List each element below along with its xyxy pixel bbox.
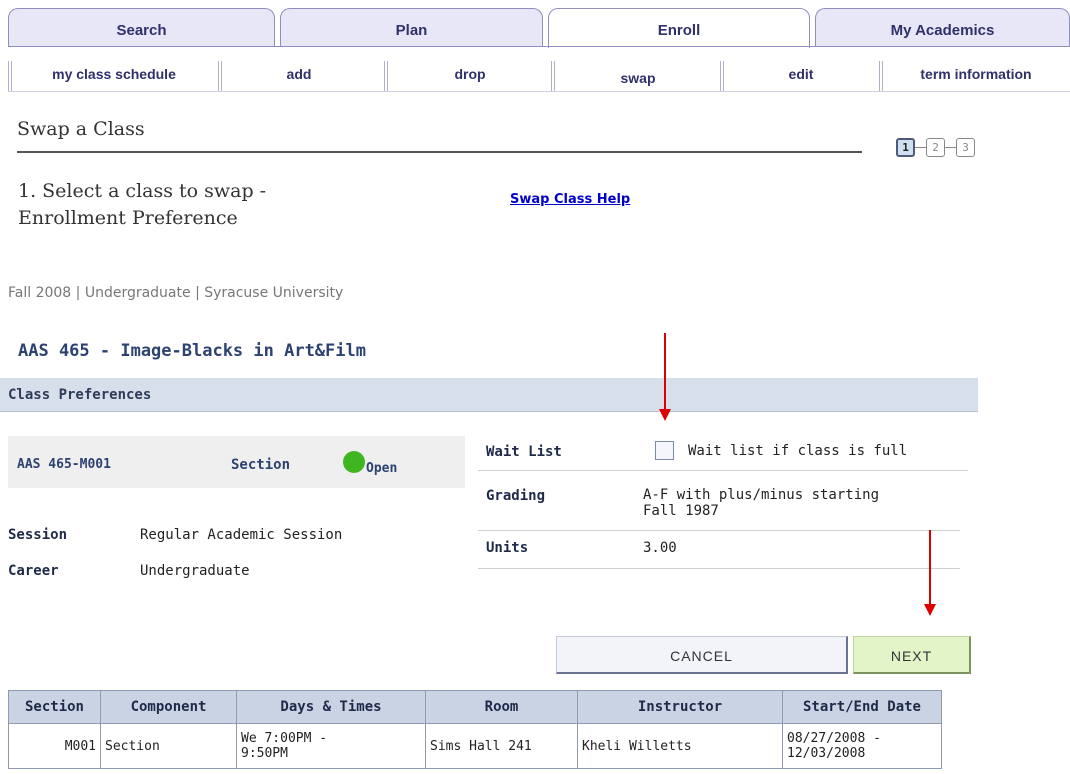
step-connector	[945, 147, 956, 148]
class-preferences-title: Class Preferences	[8, 387, 152, 403]
tab-search[interactable]: Search	[8, 8, 275, 46]
section-label: Section	[231, 457, 291, 473]
course-title: AAS 465 - Image-Blacks in Art&Film	[18, 341, 366, 361]
tab-my-academics[interactable]: My Academics	[815, 8, 1070, 46]
column-header-section: Section	[8, 690, 101, 724]
term-info: Fall 2008 | Undergraduate | Syracuse Uni…	[8, 285, 344, 301]
column-header-start-end-date: Start/End Date	[782, 690, 942, 724]
wait-list-label: Wait List	[486, 444, 562, 460]
subtab-edit[interactable]: edit	[726, 61, 876, 91]
class-details-table: Section Component Days & Times Room Inst…	[8, 690, 942, 769]
subtab-separator	[384, 61, 388, 91]
step-heading-line1: 1. Select a class to swap -	[18, 180, 267, 202]
cell-date-line2: 12/03/2008	[787, 746, 866, 761]
subtab-separator	[720, 61, 724, 91]
column-header-instructor: Instructor	[577, 690, 783, 724]
cell-room: Sims Hall 241	[425, 723, 578, 769]
step-heading: 1. Select a class to swap - Enrollment P…	[18, 178, 266, 232]
cell-instructor: Kheli Willetts	[577, 723, 783, 769]
subtab-term-information[interactable]: term information	[885, 61, 1067, 91]
next-button[interactable]: NEXT	[853, 636, 971, 674]
grading-label: Grading	[486, 488, 546, 504]
cancel-button[interactable]: CANCEL	[556, 636, 848, 674]
title-underline	[17, 151, 862, 153]
wait-list-checkbox[interactable]	[655, 441, 674, 460]
subtab-separator	[218, 61, 222, 91]
column-header-component: Component	[100, 690, 237, 724]
cell-days-times-line2: 9:50PM	[241, 746, 288, 761]
annotation-arrowhead-next	[924, 604, 936, 616]
wait-list-checkbox-label[interactable]: Wait list if class is full	[688, 443, 907, 459]
cell-days-times-line1: We 7:00PM -	[241, 731, 328, 746]
units-value: 3.00	[643, 540, 677, 556]
subtab-separator	[8, 61, 12, 91]
tab-plan[interactable]: Plan	[280, 8, 543, 46]
subtab-separator	[879, 61, 883, 91]
cell-section: M001	[8, 723, 101, 769]
session-label: Session	[8, 527, 68, 543]
column-header-room: Room	[425, 690, 578, 724]
annotation-arrow-waitlist	[664, 333, 666, 411]
step-2-indicator: 2	[926, 138, 945, 157]
cell-component: Section	[100, 723, 237, 769]
tab-divider	[8, 46, 1070, 47]
class-preferences-header: Class Preferences	[0, 378, 978, 412]
step-3-indicator: 3	[956, 138, 975, 157]
cell-days-times: We 7:00PM - 9:50PM	[236, 723, 426, 769]
career-value: Undergraduate	[140, 563, 250, 579]
subtab-drop[interactable]: drop	[390, 61, 550, 91]
subtab-swap[interactable]: swap	[557, 61, 719, 91]
subtab-separator	[551, 61, 555, 91]
row-divider	[478, 530, 960, 531]
status-text: Open	[366, 461, 398, 476]
grading-value: A-F with plus/minus starting Fall 1987	[643, 487, 879, 519]
subtab-add[interactable]: add	[224, 61, 374, 91]
column-header-days-times: Days & Times	[236, 690, 426, 724]
grading-value-line1: A-F with plus/minus starting	[643, 487, 880, 503]
row-divider	[478, 470, 968, 471]
annotation-arrow-next	[929, 530, 931, 606]
page-title: Swap a Class	[17, 118, 145, 140]
table-header-row: Section Component Days & Times Room Inst…	[8, 690, 942, 724]
step-heading-line2: Enrollment Preference	[18, 207, 238, 229]
tab-enroll[interactable]: Enroll	[548, 8, 810, 48]
session-value: Regular Academic Session	[140, 527, 343, 543]
step-connector	[915, 147, 926, 148]
open-status-icon	[343, 451, 365, 473]
subtab-my-class-schedule[interactable]: my class schedule	[14, 61, 214, 91]
step-1-indicator: 1	[896, 138, 915, 157]
row-divider	[478, 568, 960, 569]
swap-class-help-link[interactable]: Swap Class Help	[510, 192, 630, 207]
grading-value-line2: Fall 1987	[643, 503, 719, 519]
cell-start-end-date: 08/27/2008 - 12/03/2008	[782, 723, 942, 769]
section-code: AAS 465-M001	[17, 457, 111, 472]
subtab-divider	[8, 91, 1070, 92]
cell-date-line1: 08/27/2008 -	[787, 731, 881, 746]
table-row: M001 Section We 7:00PM - 9:50PM Sims Hal…	[8, 723, 942, 769]
career-label: Career	[8, 563, 59, 579]
annotation-arrowhead-waitlist	[659, 409, 671, 421]
units-label: Units	[486, 540, 529, 556]
